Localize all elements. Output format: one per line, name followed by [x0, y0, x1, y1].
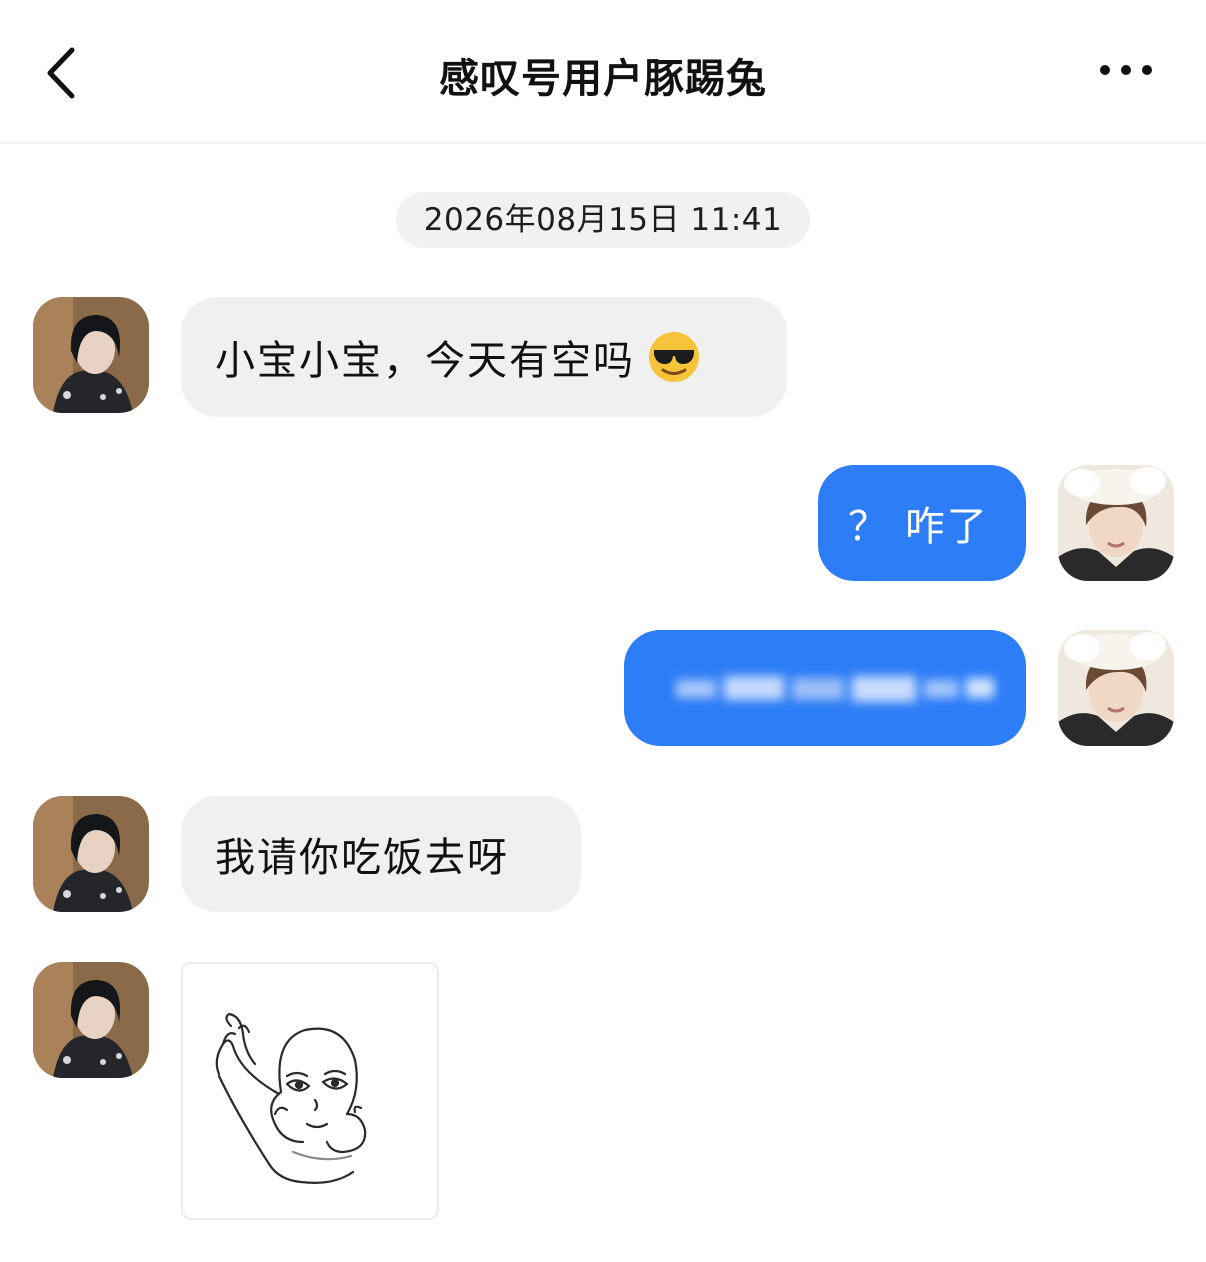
message-text: ？ 咋了: [848, 504, 989, 550]
message-timestamp: 2026年08月15日 11:41: [396, 192, 810, 248]
message-bubble-incoming[interactable]: 小宝小宝，今天有空吗: [181, 297, 787, 417]
message-text: 小宝小宝，今天有空吗: [215, 338, 635, 384]
more-button[interactable]: [1090, 46, 1160, 94]
message-bubble-outgoing[interactable]: ？ 咋了: [818, 465, 1026, 581]
my-avatar[interactable]: [1058, 630, 1174, 746]
contact-avatar[interactable]: [33, 796, 149, 912]
sticker-message[interactable]: [181, 962, 439, 1220]
doodle-face-sticker-icon: [215, 1012, 367, 1184]
contact-avatar[interactable]: [33, 297, 149, 413]
message-text: 我请你吃饭去呀: [215, 835, 509, 881]
contact-avatar[interactable]: [33, 962, 149, 1078]
message-bubble-incoming[interactable]: 我请你吃饭去呀: [181, 796, 581, 912]
more-horizontal-icon: [1100, 65, 1152, 75]
blurred-text: [676, 676, 994, 702]
chat-title: 感叹号用户豚踢兔: [439, 56, 767, 102]
sunglasses-emoji-icon: [649, 332, 699, 382]
chat-header: 感叹号用户豚踢兔: [0, 0, 1206, 144]
message-bubble-outgoing-blurred[interactable]: [624, 630, 1026, 746]
my-avatar[interactable]: [1058, 465, 1174, 581]
